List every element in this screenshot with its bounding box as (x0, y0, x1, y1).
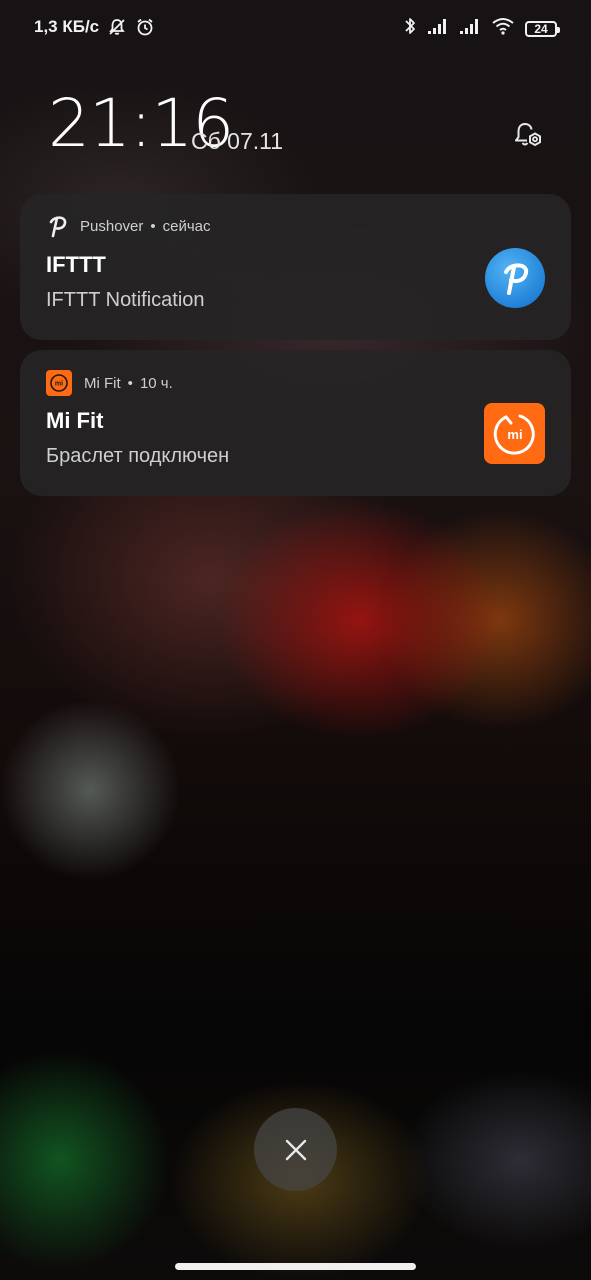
notification-text: Браслет подключен (46, 445, 230, 467)
network-speed: 1,3 КБ/с (34, 17, 100, 36)
notification-text: IFTTT Notification (46, 289, 205, 311)
bluetooth-icon (403, 16, 417, 41)
pushover-large-icon (485, 248, 545, 308)
notification-time: сейчас (162, 217, 211, 235)
notification-separator: • (150, 217, 156, 235)
home-indicator[interactable] (175, 1263, 416, 1270)
notification-header: Pushover • сейчас (46, 214, 211, 238)
close-icon (285, 1139, 306, 1160)
signal-2-icon (459, 17, 481, 40)
clear-notifications-button[interactable] (254, 1108, 337, 1191)
notification-settings-button[interactable] (507, 116, 547, 156)
svg-text:mi: mi (55, 381, 63, 388)
status-bar: 1,3 КБ/с 24 (0, 0, 591, 58)
wifi-icon (491, 17, 515, 40)
notification-header: mi Mi Fit • 10 ч. (46, 370, 173, 396)
notifications-off-icon (107, 17, 127, 37)
notification-title: Mi Fit (46, 408, 104, 433)
pushover-icon (46, 214, 68, 238)
signal-1-icon (427, 17, 449, 40)
notification-card-mi-fit[interactable]: mi Mi Fit • 10 ч. Mi Fit Браслет подключ… (20, 350, 571, 496)
lockscreen-date: Сб 07.11 (191, 128, 284, 154)
wallpaper (0, 0, 591, 1280)
notification-app-name: Pushover (80, 217, 144, 235)
status-bar-right: 24 (403, 16, 560, 41)
battery-indicator: 24 (525, 20, 560, 37)
notification-card-pushover[interactable]: Pushover • сейчас IFTTT IFTTT Notificati… (20, 194, 571, 340)
alarm-icon (135, 17, 155, 37)
svg-text:mi: mi (507, 427, 522, 442)
notification-separator: • (127, 374, 133, 392)
mi-fit-large-icon: mi (484, 403, 545, 464)
notification-settings-icon (515, 123, 541, 147)
status-bar-left: 1,3 КБ/с (34, 17, 155, 37)
notification-title: IFTTT (46, 252, 106, 277)
notification-app-name: Mi Fit (84, 374, 121, 392)
battery-level: 24 (534, 21, 548, 36)
notification-time: 10 ч. (139, 374, 173, 392)
mi-fit-icon: mi (46, 370, 72, 396)
